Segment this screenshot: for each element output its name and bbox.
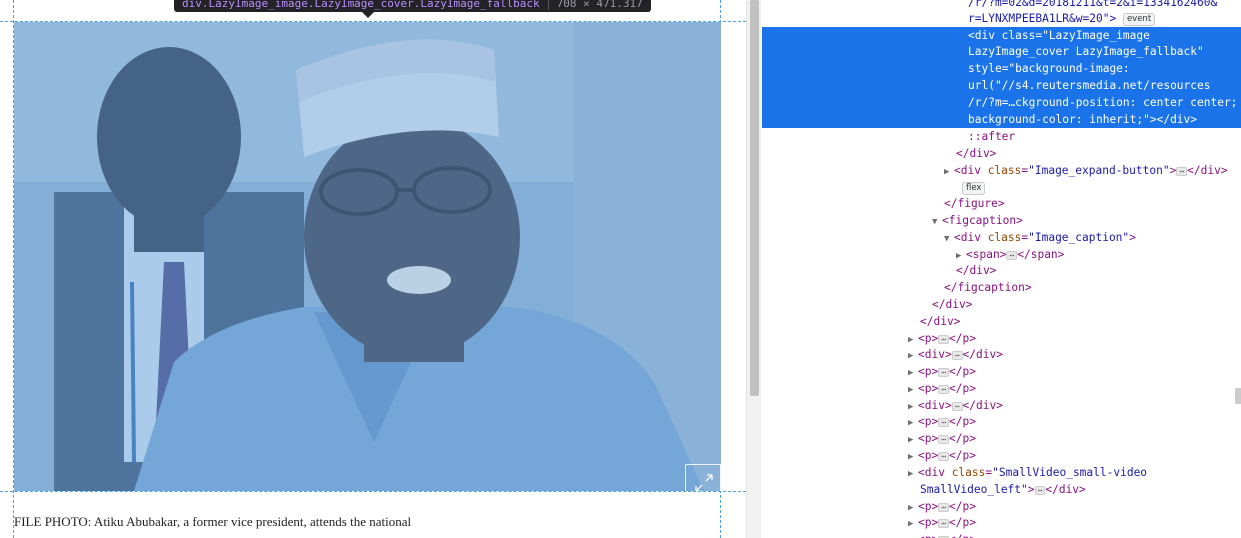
collapsed-content-ellipsis[interactable]: ⋯	[951, 350, 963, 360]
devtools-elements-panel: /r/?m=02&d=20181211&t=2&i=1334162460& r=…	[762, 0, 1241, 538]
collapse-triangle-icon[interactable]: ▼	[932, 214, 942, 231]
inspector-highlight-overlay	[14, 22, 721, 491]
photo-caption: FILE PHOTO: Atiku Abubakar, a former vic…	[14, 514, 412, 529]
dom-line-after-pseudo[interactable]: ::after	[968, 128, 1241, 145]
collapsed-content-ellipsis[interactable]: ⋯	[938, 434, 950, 444]
dom-line-close-div[interactable]: </div>	[932, 296, 1241, 313]
dom-line-p[interactable]: ▶<p>⋯</p>	[908, 330, 1241, 347]
dom-line-p[interactable]: ▶<p>⋯</p>	[908, 363, 1241, 380]
collapsed-content-ellipsis[interactable]: ⋯	[938, 384, 950, 394]
expand-triangle-icon[interactable]: ▶	[944, 164, 954, 181]
dom-line-close-figcaption[interactable]: </figcaption>	[944, 279, 1241, 296]
dom-line-p[interactable]: ▶<p>⋯</p>	[908, 430, 1241, 447]
inspector-guide-bottom	[0, 491, 746, 492]
dom-line-p[interactable]: ▶<p>⋯</p>	[908, 380, 1241, 397]
collapsed-content-ellipsis[interactable]: ⋯	[938, 518, 950, 528]
collapsed-content-ellipsis[interactable]: ⋯	[938, 502, 950, 512]
collapsed-content-ellipsis[interactable]: ⋯	[938, 417, 950, 427]
collapsed-content-ellipsis[interactable]: ⋯	[1176, 166, 1188, 176]
collapsed-content-ellipsis[interactable]: ⋯	[938, 367, 950, 377]
dom-line-flex-badge: flex	[962, 179, 1241, 196]
collapsed-content-ellipsis[interactable]: ⋯	[938, 451, 950, 461]
tooltip-arrow	[362, 12, 374, 18]
page-scrollbar[interactable]	[746, 0, 761, 538]
event-badge[interactable]: event	[1122, 12, 1156, 26]
dom-line-close-figure[interactable]: </figure>	[944, 195, 1241, 212]
collapse-triangle-icon[interactable]: ▼	[944, 231, 954, 248]
flex-badge[interactable]: flex	[962, 181, 986, 195]
inspector-tooltip: div.LazyImage_image.LazyImage_cover.Lazy…	[174, 0, 651, 12]
dom-line-figcaption[interactable]: ▼ <figcaption>	[932, 212, 1241, 229]
dom-line-image-caption-div[interactable]: ▼ <div class="Image_caption">	[944, 229, 1241, 246]
dom-line-smallvideo-div-cont[interactable]: SmallVideo_left"> ⋯ </div>	[920, 481, 1241, 498]
dom-line-url-continued-2[interactable]: r=LYNXMPEEBA1LR&w=20"> event	[968, 10, 1241, 27]
dom-line-close-div[interactable]: </div>	[956, 145, 1241, 162]
selected-dom-node[interactable]: <div class="LazyImage_image LazyImage_co…	[762, 27, 1241, 128]
dom-line-p[interactable]: ▶<p>⋯</p>	[908, 531, 1241, 538]
expand-arrows-icon	[695, 474, 713, 491]
collapsed-content-ellipsis[interactable]: ⋯	[1034, 485, 1046, 495]
dom-line-p[interactable]: ▶<p>⋯</p>	[908, 447, 1241, 464]
collapsed-content-ellipsis[interactable]: ⋯	[938, 334, 950, 344]
expand-triangle-icon[interactable]: ▶	[908, 533, 918, 538]
dom-line-p[interactable]: ▶<p>⋯</p>	[908, 498, 1241, 515]
dom-line-div[interactable]: ▶ <div> ⋯ </div>	[908, 397, 1241, 414]
dom-line-close-div[interactable]: </div>	[920, 313, 1241, 330]
expand-triangle-icon[interactable]: ▶	[908, 466, 918, 483]
tooltip-selector: div.LazyImage_image.LazyImage_cover.Lazy…	[182, 0, 540, 10]
page-viewport: div.LazyImage_image.LazyImage_cover.Lazy…	[0, 0, 746, 538]
dom-line-close-div[interactable]: </div>	[956, 262, 1241, 279]
tooltip-dimensions: 708 × 471.317	[547, 0, 643, 10]
dom-line-p[interactable]: ▶<p>⋯</p>	[908, 413, 1241, 430]
dom-line-span[interactable]: ▶ <span> ⋯ </span>	[956, 246, 1241, 263]
page-scrollbar-thumb[interactable]	[750, 0, 759, 396]
article-photo	[14, 22, 721, 491]
dom-line-smallvideo-div[interactable]: ▶ <div class="SmallVideo_small-video	[908, 464, 1241, 481]
dom-line-div[interactable]: ▶ <div> ⋯ </div>	[908, 346, 1241, 363]
dom-line-expand-button-div[interactable]: ▶ <div class="Image_expand-button"> ⋯ </div…	[944, 162, 1241, 179]
devtools-scrollbar-thumb[interactable]	[1235, 388, 1241, 404]
collapsed-content-ellipsis[interactable]: ⋯	[951, 401, 963, 411]
dom-line-p[interactable]: ▶<p>⋯</p>	[908, 514, 1241, 531]
expand-image-button[interactable]	[685, 464, 721, 491]
collapsed-content-ellipsis[interactable]: ⋯	[1006, 250, 1018, 260]
